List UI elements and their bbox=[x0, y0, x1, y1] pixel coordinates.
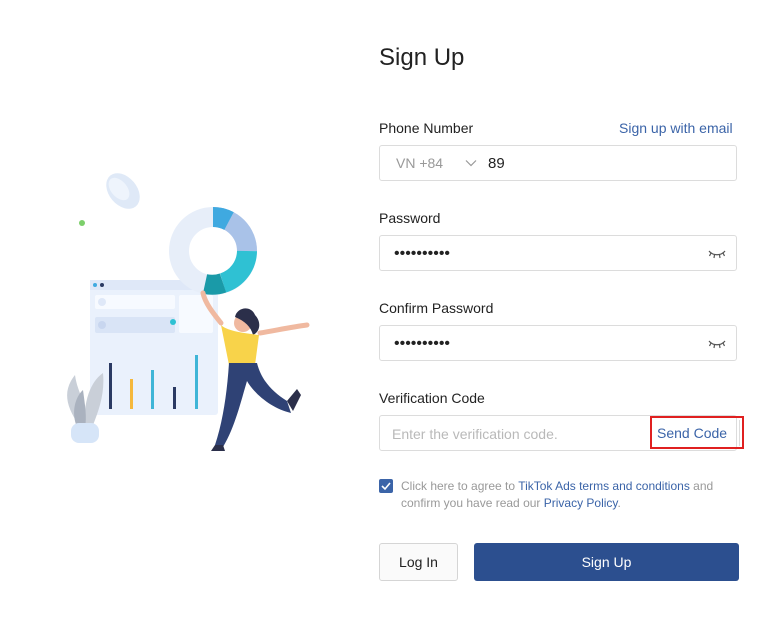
chart-bar bbox=[109, 363, 112, 409]
confirm-password-field[interactable]: •••••••••• bbox=[379, 325, 737, 361]
page-title: Sign Up bbox=[379, 44, 465, 71]
confirm-password-label: Confirm Password bbox=[379, 300, 494, 316]
terms-link[interactable]: TikTok Ads terms and conditions bbox=[518, 479, 690, 493]
password-input[interactable]: •••••••••• bbox=[394, 245, 450, 263]
verification-label: Verification Code bbox=[379, 390, 485, 406]
send-code-button[interactable]: Send Code bbox=[657, 425, 727, 441]
green-dot bbox=[79, 220, 85, 226]
signup-button[interactable]: Sign Up bbox=[474, 543, 739, 581]
country-code-select[interactable]: VN +84 bbox=[396, 155, 443, 171]
chart-bar bbox=[195, 355, 198, 409]
password-field[interactable]: •••••••••• bbox=[379, 235, 737, 271]
phone-field[interactable]: VN +84 89 bbox=[379, 145, 737, 181]
phone-input[interactable]: 89 bbox=[488, 155, 505, 172]
login-button[interactable]: Log In bbox=[379, 543, 458, 581]
confirm-password-input[interactable]: •••••••••• bbox=[394, 335, 450, 353]
checkmark-icon bbox=[381, 482, 391, 491]
eye-closed-icon[interactable] bbox=[708, 248, 726, 260]
chart-bar bbox=[130, 379, 133, 409]
person-figure bbox=[200, 290, 310, 451]
phone-label: Phone Number bbox=[379, 120, 474, 136]
agreement-text-1: Click here to agree to bbox=[401, 479, 519, 493]
verification-input[interactable]: Enter the verification code. bbox=[392, 426, 558, 442]
agreement-text-3: . bbox=[617, 496, 621, 510]
privacy-policy-link[interactable]: Privacy Policy bbox=[544, 496, 618, 510]
chevron-down-icon[interactable] bbox=[464, 156, 478, 170]
chart-bar bbox=[151, 370, 154, 409]
password-label: Password bbox=[379, 210, 441, 226]
agree-checkbox[interactable] bbox=[379, 479, 393, 493]
chart-bar bbox=[173, 387, 176, 409]
signup-with-email-link[interactable]: Sign up with email bbox=[619, 120, 733, 136]
agreement-text: Click here to agree to TikTok Ads terms … bbox=[401, 478, 746, 512]
signup-illustration bbox=[67, 173, 310, 451]
eye-closed-icon[interactable] bbox=[708, 338, 726, 350]
